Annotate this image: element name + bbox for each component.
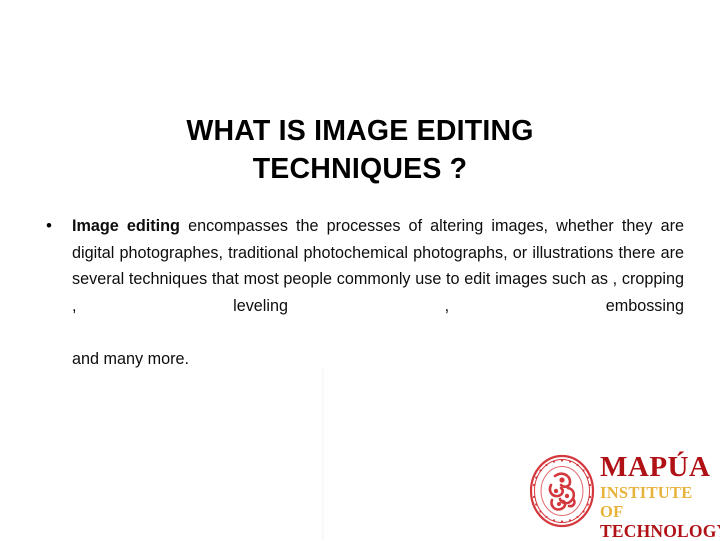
mapua-seal-icon [528,454,596,528]
list-item-text: Image editing encompasses the processes … [72,213,684,372]
content-placeholder-edge [322,368,324,540]
body-paragraph-justified: Image editing encompasses the processes … [72,213,684,346]
wordmark-institute-of: INSTITUTE OF [600,483,693,521]
title-line-1: WHAT IS IMAGE EDITING [186,115,534,147]
body-content: • Image editing encompasses the processe… [38,213,684,372]
page-title: WHAT IS IMAGE EDITING TECHNIQUES ? [40,112,680,188]
lead-term: Image editing [72,217,180,235]
body-line-5: and many more. [72,349,189,368]
mapua-logo: MAPÚA INSTITUTE OF TECHNOLOGY [522,450,720,541]
presentation-slide: WHAT IS IMAGE EDITING TECHNIQUES ? • Ima… [0,0,720,541]
wordmark-technology: TECHNOLOGY [600,521,720,541]
list-item: • Image editing encompasses the processe… [38,213,684,372]
mapua-wordmark: MAPÚA INSTITUTE OF TECHNOLOGY [600,451,720,541]
bullet-point-icon: • [46,216,52,235]
wordmark-mapua: MAPÚA [600,451,711,483]
title-line-2: TECHNIQUES ? [252,153,468,185]
body-line-1-rest: encompasses the processes of altering im… [179,217,614,235]
